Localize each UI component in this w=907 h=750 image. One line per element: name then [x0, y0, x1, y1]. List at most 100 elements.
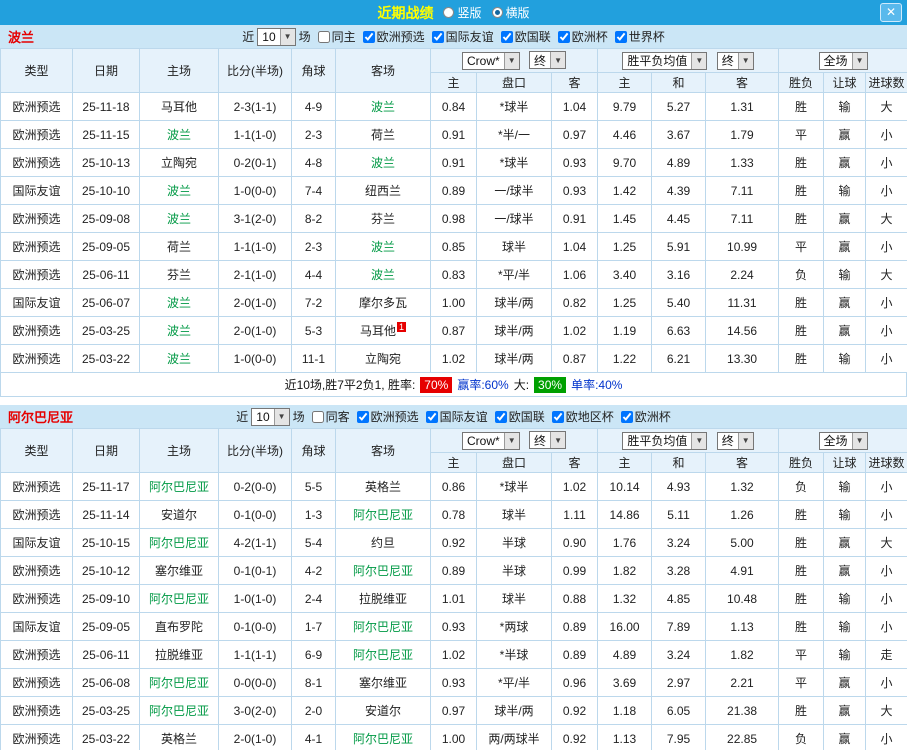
competition-checkbox[interactable]: [317, 30, 330, 43]
competition-filter[interactable]: 国际友谊: [425, 28, 494, 45]
result-cell: 胜: [778, 584, 825, 613]
layout-vertical-option[interactable]: 竖版: [443, 4, 482, 21]
wdl-mean-select[interactable]: 胜平负均值 ▼: [622, 431, 708, 450]
competition-checkbox[interactable]: [311, 410, 324, 423]
competition-checkbox[interactable]: [356, 410, 369, 423]
competition-cell: 欧洲预选: [0, 500, 73, 529]
handicap-result-cell: 赢: [823, 724, 867, 750]
lose-mean-odds-cell: 1.82: [705, 640, 780, 669]
competition-cell: 欧洲预选: [0, 696, 73, 725]
match-row: 欧洲预选 25-03-22 波兰 1-0(0-0) 11-1 立陶宛 1.02 球半/两 0.8…: [0, 344, 907, 373]
lose-mean-odds-cell: 4.91: [705, 556, 780, 585]
handicap-cell: 半球: [476, 556, 552, 585]
lose-mean-odds-cell: 7.11: [705, 204, 780, 233]
competition-checkbox[interactable]: [551, 410, 564, 423]
subcol-result: 胜负: [778, 452, 825, 473]
competition-checkbox[interactable]: [620, 410, 633, 423]
handicap-away-odds-cell: 1.04: [550, 92, 599, 121]
wdl-final-select[interactable]: 终 ▼: [716, 431, 754, 450]
competition-filter[interactable]: 欧洲预选: [356, 28, 425, 45]
odds-company-select[interactable]: Crow* ▼: [462, 51, 520, 70]
score-cell: 0-1(0-0): [218, 500, 292, 529]
competition-filter[interactable]: 同主: [311, 28, 356, 45]
score-cell: 1-1(1-0): [218, 120, 292, 149]
competition-checkbox[interactable]: [500, 30, 513, 43]
odds-final-select[interactable]: 终 ▼: [529, 431, 567, 450]
competition-label: 同主: [331, 30, 356, 44]
handicap-away-odds-cell: 0.93: [550, 148, 599, 177]
competition-filter[interactable]: 欧洲预选: [350, 408, 419, 425]
chevron-down-icon: ▼: [851, 432, 867, 449]
competition-cell: 欧洲预选: [0, 232, 73, 261]
wdl-final-select[interactable]: 终 ▼: [716, 51, 754, 70]
team-label: 波兰: [166, 352, 191, 366]
wdl-header-group: 胜平负均值 ▼ 终 ▼: [597, 48, 780, 73]
competition-checkbox[interactable]: [425, 410, 438, 423]
handicap-result-cell: 赢: [823, 204, 867, 233]
goals-cell: 小: [865, 120, 907, 149]
team-label: 阿尔巴尼亚: [352, 508, 413, 522]
goals-cell: 走: [865, 640, 907, 669]
close-icon[interactable]: ✕: [880, 3, 902, 22]
competition-checkbox[interactable]: [431, 30, 444, 43]
corners-cell: 5-5: [291, 472, 336, 501]
competition-filter[interactable]: 世界杯: [608, 28, 665, 45]
competition-filter[interactable]: 国际友谊: [419, 408, 488, 425]
match-count-select[interactable]: 10 ▼: [251, 407, 290, 426]
wdl-final-value: 终: [721, 54, 734, 68]
away-team-cell: 纽西兰: [335, 176, 431, 205]
competition-filter[interactable]: 欧国联: [488, 408, 545, 425]
wdl-mean-value: 胜平负均值: [627, 434, 688, 448]
wdl-mean-select[interactable]: 胜平负均值 ▼: [622, 51, 708, 70]
competition-filter[interactable]: 欧国联: [494, 28, 551, 45]
odds-company-select[interactable]: Crow* ▼: [462, 431, 520, 450]
handicap-home-odds-cell: 1.02: [430, 344, 477, 373]
subcol-cover: 让球: [823, 72, 867, 93]
match-row: 欧洲预选 25-11-15 波兰 1-1(1-0) 2-3 荷兰 0.91 *半/一 0.97 4…: [0, 120, 907, 149]
result-cell: 负: [778, 724, 825, 750]
away-team-cell: 拉脱维亚: [335, 584, 431, 613]
competition-filter[interactable]: 欧地区杯: [545, 408, 614, 425]
competition-cell: 欧洲预选: [0, 668, 73, 697]
scope-select[interactable]: 全场 ▼: [818, 51, 868, 70]
competition-cell: 欧洲预选: [0, 724, 73, 750]
layout-horizontal-option[interactable]: 横版: [491, 4, 530, 21]
handicap-away-odds-cell: 0.88: [550, 584, 599, 613]
handicap-home-odds-cell: 0.86: [430, 472, 477, 501]
odds-final-select[interactable]: 终 ▼: [529, 51, 567, 70]
home-team-cell: 阿尔巴尼亚: [139, 696, 219, 725]
competition-label: 欧洲预选: [370, 410, 419, 424]
subcol-win: 主: [597, 72, 653, 93]
competition-cell: 欧洲预选: [0, 556, 73, 585]
date-cell: 25-10-13: [72, 148, 140, 177]
competition-checkbox[interactable]: [494, 410, 507, 423]
col-date: 日期: [72, 48, 140, 93]
score-cell: 1-0(1-0): [218, 584, 292, 613]
handicap-result-cell: 赢: [823, 148, 867, 177]
handicap-away-odds-cell: 0.82: [550, 288, 599, 317]
handicap-result-cell: 赢: [823, 288, 867, 317]
handicap-cell: *球半: [476, 92, 552, 121]
scope-value: 全场: [823, 54, 848, 68]
competition-filter[interactable]: 欧洲杯: [551, 28, 608, 45]
competition-checkbox[interactable]: [614, 30, 627, 43]
team-label: 阿尔巴尼亚: [352, 732, 413, 746]
chevron-down-icon: ▼: [503, 432, 519, 449]
scope-select[interactable]: 全场 ▼: [818, 431, 868, 450]
competition-checkbox[interactable]: [557, 30, 570, 43]
result-cell: 胜: [778, 316, 825, 345]
win-mean-odds-cell: 10.14: [597, 472, 653, 501]
competition-cell: 国际友谊: [0, 528, 73, 557]
competition-filter[interactable]: 同客: [305, 408, 350, 425]
competition-checkbox[interactable]: [362, 30, 375, 43]
win-mean-odds-cell: 1.45: [597, 204, 653, 233]
handicap-away-odds-cell: 0.90: [550, 528, 599, 557]
competition-filter[interactable]: 欧洲杯: [614, 408, 671, 425]
score-cell: 1-0(0-0): [218, 344, 292, 373]
recent-label: 近: [236, 410, 249, 424]
home-team-cell: 波兰: [139, 316, 219, 345]
home-team-cell: 波兰: [139, 120, 219, 149]
match-count-select[interactable]: 10 ▼: [257, 27, 296, 46]
handicap-result-cell: 输: [823, 176, 867, 205]
team-label: 立陶宛: [160, 156, 197, 170]
